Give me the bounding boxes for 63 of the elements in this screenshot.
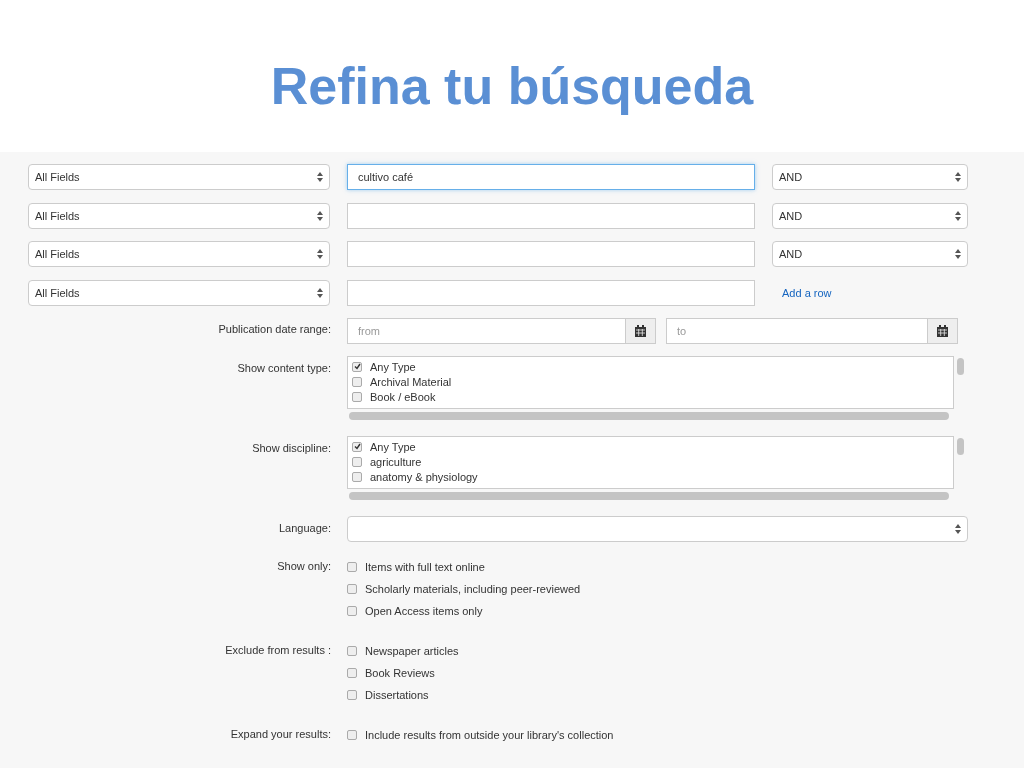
slide-title: Refina tu búsqueda [270,56,754,116]
select-caret-icon [317,210,323,221]
option-label[interactable]: Scholarly materials, including peer-reviewed [365,583,581,595]
operator-select[interactable]: AND [772,202,968,229]
option-label[interactable]: anatomy & physiology [370,470,478,483]
field-label: Language: [279,521,331,536]
field-select[interactable]: All Fields [28,164,330,190]
checkbox[interactable] [347,730,357,740]
checkbox[interactable] [347,584,357,594]
option-label[interactable]: Any Type [370,360,416,373]
checkbox[interactable] [347,562,357,572]
operator-select[interactable]: AND [772,241,968,267]
search-field[interactable] [347,202,755,229]
option-label[interactable]: Items with full text online [365,561,485,573]
checkbox[interactable] [347,668,357,678]
option-label[interactable]: Book Reviews [365,667,435,679]
option-label[interactable]: agriculture [370,455,422,468]
field-select[interactable]: All Fields [28,279,330,306]
vertical-scrollbar[interactable] [957,438,964,455]
calendar-button[interactable] [928,318,958,344]
select-caret-icon [955,210,961,221]
operator-select[interactable]: AND [772,164,968,190]
checkbox[interactable] [352,456,362,467]
language-select[interactable] [347,516,968,542]
checkbox[interactable] [352,441,362,452]
select-caret-icon [955,524,961,534]
option-label[interactable]: Include results from outside your library's collection [365,729,614,741]
option-label[interactable]: Book / eBook [370,390,436,403]
checkbox[interactable] [352,376,362,387]
select-caret-icon [317,172,323,182]
field-select[interactable]: All Fields [28,202,330,229]
calendar-icon [937,325,948,337]
search-field[interactable] [347,241,755,267]
option-label[interactable]: Dissertations [365,689,429,701]
checkbox[interactable] [347,690,357,700]
search-field[interactable] [347,279,755,306]
field-label: Show only: [277,560,331,574]
select-caret-icon [317,249,323,259]
checkbox[interactable] [352,471,362,482]
field-label: Exclude from results : [225,644,331,658]
checkbox[interactable] [352,361,362,372]
horizontal-scrollbar[interactable] [349,492,949,500]
field-select[interactable]: All Fields [28,241,330,267]
checkbox[interactable] [352,391,362,402]
add-row-link[interactable]: Add a row [772,286,832,299]
option-label[interactable]: Open Access items only [365,605,483,617]
field-label: Expand your results: [230,728,331,742]
field-label: Publication date range: [218,322,331,337]
checkbox[interactable] [347,606,357,616]
calendar-button[interactable] [626,318,656,344]
field-label: Show discipline: [252,441,331,456]
option-label[interactable]: Archival Material [370,375,452,388]
checkbox[interactable] [347,646,357,656]
select-caret-icon [955,249,961,259]
search-field[interactable]: cultivo café [347,164,755,190]
option-label[interactable]: Newspaper articles [365,645,459,657]
calendar-icon [635,325,646,337]
horizontal-scrollbar[interactable] [349,412,949,420]
select-caret-icon [955,172,961,182]
select-caret-icon [317,287,323,298]
field-label: Show content type: [237,361,331,376]
vertical-scrollbar[interactable] [957,358,964,375]
option-label[interactable]: Any Type [370,440,416,453]
